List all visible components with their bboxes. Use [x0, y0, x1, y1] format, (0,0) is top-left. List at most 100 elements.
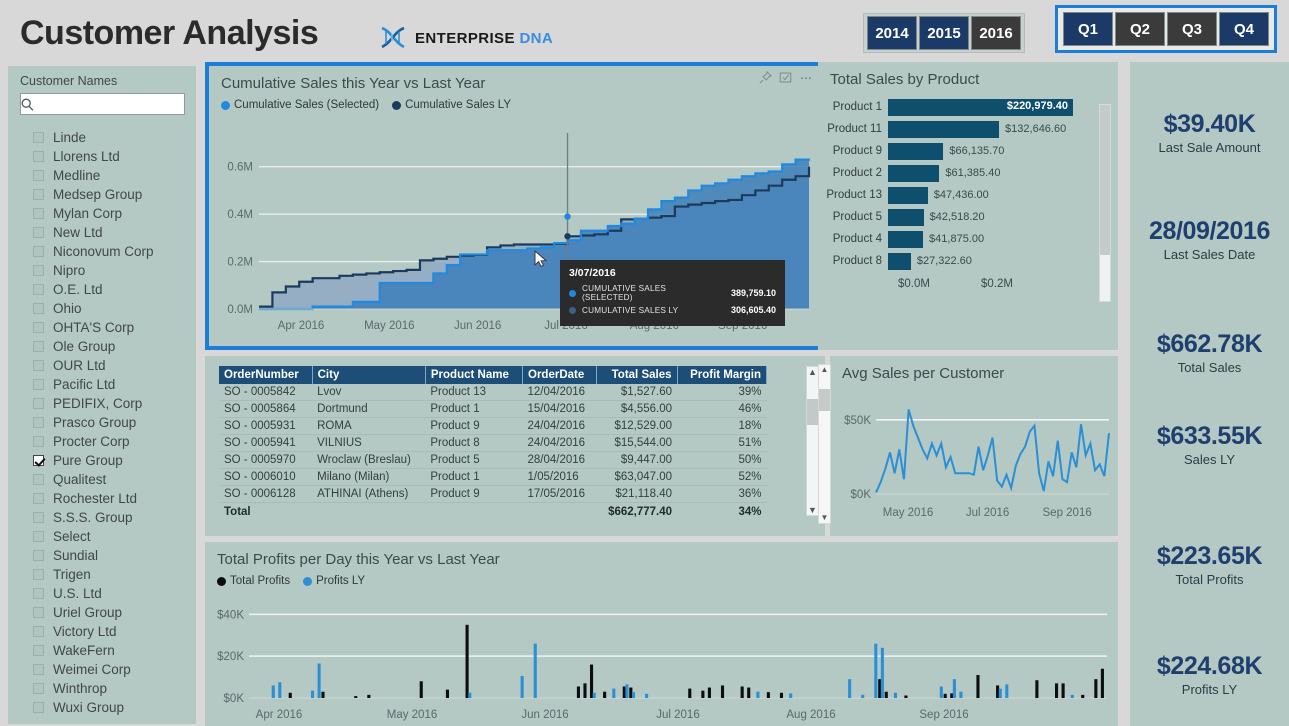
table-row[interactable]: SO - 0005842 Lvov Product 13 12/04/2016 $1,5… — [219, 384, 767, 401]
pin-icon[interactable] — [759, 71, 772, 84]
customer-checkbox[interactable] — [33, 531, 44, 542]
customer-list-item[interactable]: Trigen — [20, 565, 186, 584]
legend-item-cumulative-selected[interactable]: Cumulative Sales (Selected) — [221, 99, 379, 111]
product-bar-row[interactable]: Product 13 $47,436.00 — [818, 184, 1118, 206]
cumulative-sales-legend[interactable]: Cumulative Sales (Selected) Cumulative S… — [209, 92, 821, 111]
table-column-header[interactable]: Profit Margin — [677, 366, 768, 384]
quarter-button-Q1[interactable]: Q1 — [1063, 12, 1113, 46]
quarter-button-Q2[interactable]: Q2 — [1115, 12, 1165, 46]
scroll-up-icon[interactable]: ▲ — [819, 365, 830, 375]
customer-checkbox[interactable] — [33, 227, 44, 238]
avg-card-scrollbar[interactable]: ▲ ▼ — [818, 364, 831, 524]
product-bar-row[interactable]: Product 8 $27,322.60 — [818, 250, 1118, 272]
table-header-row[interactable]: OrderNumber City Product Name OrderDate Tota… — [219, 366, 768, 384]
product-bar-row[interactable]: Product 9 $66,135.70 — [818, 140, 1118, 162]
customer-list-item[interactable]: Victory Ltd — [20, 622, 186, 641]
more-options-icon[interactable] — [799, 71, 813, 84]
table-column-header[interactable]: Total Sales — [596, 366, 678, 384]
customer-list-item[interactable]: Sundial — [20, 546, 186, 565]
customer-list-item[interactable]: OHTA'S Corp — [20, 318, 186, 337]
scroll-up-icon[interactable]: ▲ — [808, 367, 817, 377]
avg-sales-plot[interactable]: $0K $50K May 2016 Jul 2016 Sep 2016 — [834, 388, 1116, 530]
orders-table[interactable]: OrderNumber City Product Name OrderDate Tota… — [219, 366, 768, 521]
legend-item-total-profits[interactable]: Total Profits — [217, 575, 290, 587]
table-column-header[interactable]: City — [312, 366, 426, 384]
product-bar[interactable] — [888, 142, 944, 160]
search-input[interactable] — [34, 95, 189, 113]
year-slicer[interactable]: 2014 2015 2016 — [863, 13, 1025, 53]
table-scrollbar-thumb[interactable] — [807, 399, 818, 425]
product-scrollbar-thumb[interactable] — [1100, 105, 1110, 255]
customer-list-item[interactable]: Select — [20, 527, 186, 546]
customer-checkbox[interactable] — [33, 303, 44, 314]
customer-list-item[interactable]: Ohio — [20, 299, 186, 318]
customer-checkbox[interactable] — [33, 455, 44, 466]
table-row[interactable]: SO - 0006128 ATHINAI (Athens) Product 9 17/… — [219, 485, 767, 503]
customer-list-item[interactable]: Niconovum Corp — [20, 242, 186, 261]
product-bar[interactable]: $220,979.40 — [888, 98, 1073, 116]
customer-checkbox[interactable] — [33, 512, 44, 523]
customer-checkbox[interactable] — [33, 417, 44, 428]
focus-mode-icon[interactable] — [779, 71, 792, 84]
product-bar-row[interactable]: Product 1 $220,979.40 — [818, 96, 1118, 118]
product-bar-row[interactable]: Product 4 $41,875.00 — [818, 228, 1118, 250]
kpi-card-total-profits[interactable]: $223.65K Total Profits — [1130, 542, 1289, 587]
quarter-slicer[interactable]: Q1 Q2 Q3 Q4 — [1062, 12, 1270, 46]
kpi-card-last-sale-amount[interactable]: $39.40K Last Sale Amount — [1130, 110, 1289, 155]
customer-checkbox[interactable] — [33, 626, 44, 637]
product-bar-row[interactable]: Product 5 $42,518.20 — [818, 206, 1118, 228]
customer-list-item[interactable]: Procter Corp — [20, 432, 186, 451]
scroll-down-icon[interactable]: ▼ — [819, 513, 830, 523]
customer-checkbox[interactable] — [33, 379, 44, 390]
customer-list-item[interactable]: Mylan Corp — [20, 204, 186, 223]
customer-list-item[interactable]: O.E. Ltd — [20, 280, 186, 299]
customer-checkbox[interactable] — [33, 493, 44, 504]
customer-checkbox[interactable] — [33, 436, 44, 447]
product-bar[interactable] — [888, 186, 928, 204]
customer-checkbox[interactable] — [33, 474, 44, 485]
product-bar-list[interactable]: Product 1 $220,979.40 Product 11 $132,646.6… — [818, 88, 1118, 272]
customer-list[interactable]: Linde Llorens Ltd Medline Medsep Group Mylan… — [20, 128, 186, 717]
product-bar[interactable] — [888, 120, 1000, 138]
quarter-button-Q4[interactable]: Q4 — [1219, 12, 1269, 46]
profits-legend[interactable]: Total Profits Profits LY — [205, 568, 1118, 587]
product-bar-row[interactable]: Product 11 $132,646.60 — [818, 118, 1118, 140]
customer-list-item[interactable]: Winthrop — [20, 679, 186, 698]
customer-checkbox[interactable] — [33, 645, 44, 656]
customer-checkbox[interactable] — [33, 189, 44, 200]
customer-list-item[interactable]: PEDIFIX, Corp — [20, 394, 186, 413]
customer-checkbox[interactable] — [33, 360, 44, 371]
product-bar[interactable] — [888, 230, 924, 248]
legend-item-profits-ly[interactable]: Profits LY — [303, 575, 365, 587]
table-column-header[interactable]: OrderNumber — [219, 366, 313, 384]
legend-item-cumulative-ly[interactable]: Cumulative Sales LY — [392, 99, 511, 111]
table-row[interactable]: SO - 0006010 Milano (Milan) Product 1 1/05/… — [219, 468, 767, 486]
table-column-header[interactable]: OrderDate — [522, 366, 597, 384]
customer-checkbox[interactable] — [33, 398, 44, 409]
customer-list-item[interactable]: Qualitest — [20, 470, 186, 489]
customer-checkbox[interactable] — [33, 151, 44, 162]
year-button-2014[interactable]: 2014 — [867, 16, 917, 50]
customer-checkbox[interactable] — [33, 208, 44, 219]
customer-checkbox[interactable] — [33, 246, 44, 257]
kpi-card-total-sales[interactable]: $662.78K Total Sales — [1130, 330, 1289, 375]
product-bar[interactable] — [888, 164, 940, 182]
customer-checkbox[interactable] — [33, 702, 44, 713]
customer-checkbox[interactable] — [33, 569, 44, 580]
year-button-2015[interactable]: 2015 — [919, 16, 969, 50]
product-scrollbar[interactable] — [1099, 104, 1111, 302]
customer-list-item[interactable]: Medline — [20, 166, 186, 185]
customer-list-item[interactable]: WakeFern — [20, 641, 186, 660]
kpi-card-last-sales-date[interactable]: 28/09/2016 Last Sales Date — [1130, 217, 1289, 262]
customer-list-item[interactable]: Prasco Group — [20, 413, 186, 432]
customer-checkbox[interactable] — [33, 132, 44, 143]
profits-plot[interactable]: $0K $20K $40K Apr 2016 May 2016 Jun 2016 Jul 2… — [209, 598, 1114, 726]
year-button-2016[interactable]: 2016 — [971, 16, 1021, 50]
table-row[interactable]: SO - 0005970 Wroclaw (Breslau) Product 5 28… — [219, 451, 767, 469]
product-bar[interactable] — [888, 208, 924, 226]
customer-list-item[interactable]: Linde — [20, 128, 186, 147]
customer-list-item[interactable]: Uriel Group — [20, 603, 186, 622]
customer-list-item[interactable]: U.S. Ltd — [20, 584, 186, 603]
scroll-down-icon[interactable]: ▼ — [808, 505, 817, 515]
customer-checkbox[interactable] — [33, 265, 44, 276]
